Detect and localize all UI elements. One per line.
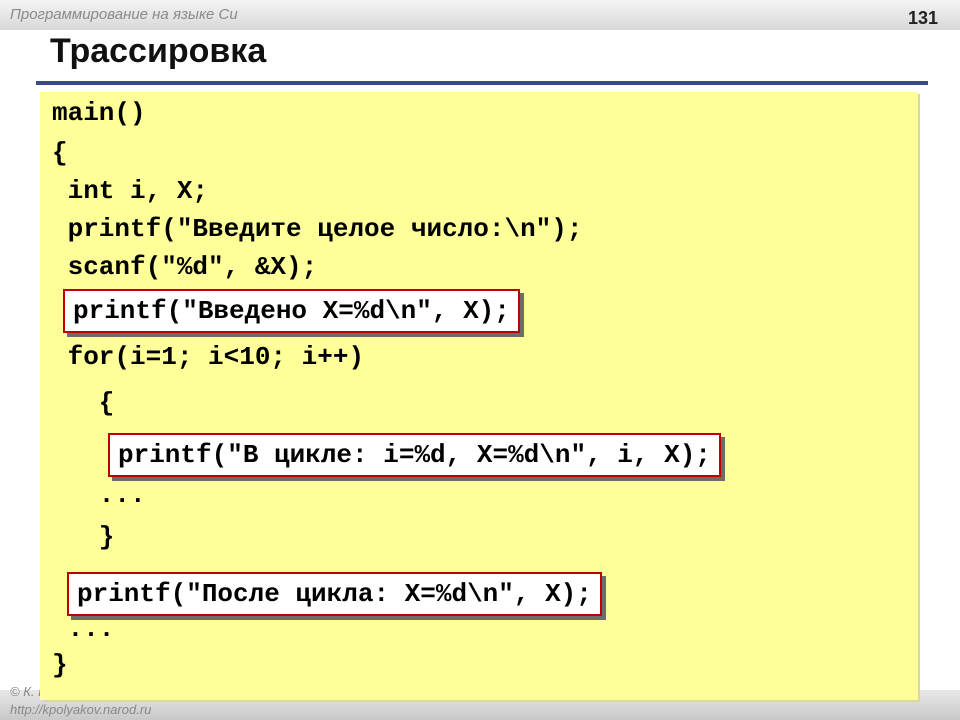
trace-box-after-loop: printf("После цикла: X=%d\n", X); [67, 572, 602, 616]
code-line-declaration: int i, X; [52, 176, 209, 206]
code-line-loop-open: { [52, 388, 115, 418]
trace-box-loop: printf("В цикле: i=%d, X=%d\n", i, X); [108, 433, 721, 477]
footer-url: http://kpolyakov.narod.ru [10, 702, 152, 717]
code-line-scanf: scanf("%d", &X); [52, 252, 318, 282]
slide-title: Трассировка [50, 32, 267, 70]
code-line-loop-ellipsis: ... [52, 480, 146, 510]
trace-box-input: printf("Введено X=%d\n", X); [63, 289, 520, 333]
course-name: Программирование на языке Си [10, 6, 238, 23]
page-number: 131 [907, 8, 938, 28]
code-line-for: for(i=1; i<10; i++) [52, 342, 365, 372]
code-line-main: main() [52, 98, 146, 128]
code-line-ellipsis: ... [52, 614, 115, 644]
code-line-close-brace: } [52, 650, 68, 680]
code-line-printf-prompt: printf("Введите целое число:\n"); [52, 214, 583, 244]
code-line-loop-close: } [52, 522, 115, 552]
code-line-open-brace: { [52, 138, 68, 168]
top-bar: Программирование на языке Си 131 [0, 0, 960, 30]
title-underline [36, 81, 928, 85]
